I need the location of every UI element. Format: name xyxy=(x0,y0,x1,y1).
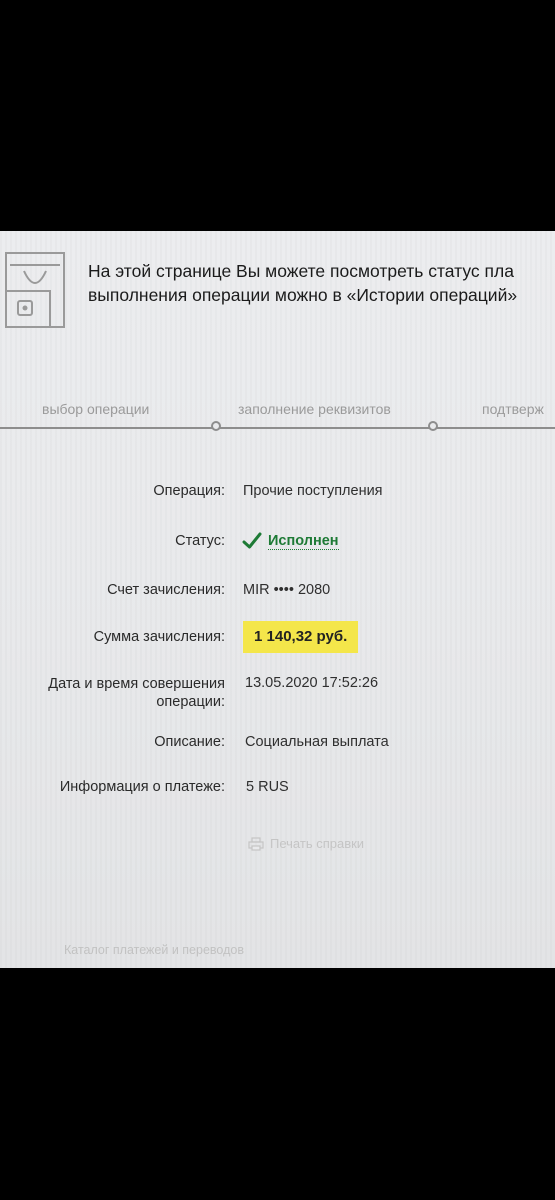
step-confirm: подтверж xyxy=(482,401,544,417)
payment-info-label: Информация о платеже: xyxy=(59,779,225,795)
datetime-value: 13.05.2020 17:52:26 xyxy=(245,675,379,691)
status-link[interactable]: Исполнен xyxy=(268,533,339,550)
catalog-link[interactable]: Каталог платежей и переводов xyxy=(64,943,244,957)
amount-label: Сумма зачисления: xyxy=(93,629,225,645)
step-fill-details: заполнение реквизитов xyxy=(238,401,391,417)
wallet-icon xyxy=(5,252,65,328)
notice-text: На этой странице Вы можете посмотреть ст… xyxy=(88,259,555,307)
progress-steps: выбор операции заполнение реквизитов под… xyxy=(0,399,555,435)
payment-info-value: 5 RUS xyxy=(246,779,289,795)
browser-screen: На этой странице Вы можете посмотреть ст… xyxy=(0,231,555,968)
datetime-label: Дата и время совершения операции: xyxy=(48,675,225,711)
checkmark-icon xyxy=(242,532,262,549)
printer-icon xyxy=(248,836,264,851)
description-value: Социальная выплата xyxy=(245,734,389,750)
steps-line xyxy=(0,427,555,429)
operation-label: Операция: xyxy=(153,483,225,499)
step-dot-2 xyxy=(428,421,438,431)
notice-line-2: выполнения операции можно в «Истории опе… xyxy=(88,285,518,305)
account-label: Счет зачисления: xyxy=(107,582,225,598)
print-label: Печать справки xyxy=(270,836,365,851)
description-label: Описание: xyxy=(154,734,225,750)
status-label: Статус: xyxy=(175,533,225,549)
notice-line-1: На этой странице Вы можете посмотреть ст… xyxy=(88,261,514,281)
print-button[interactable]: Печать справки xyxy=(248,836,364,851)
step-dot-1 xyxy=(211,421,221,431)
datetime-label-line-1: Дата и время совершения xyxy=(48,676,225,692)
account-value: MIR •••• 2080 xyxy=(243,582,331,598)
datetime-label-line-2: операции: xyxy=(156,694,225,710)
step-select-operation: выбор операции xyxy=(42,401,150,417)
operation-value: Прочие поступления xyxy=(243,483,383,499)
amount-value: 1 140,32 руб. xyxy=(243,621,359,653)
